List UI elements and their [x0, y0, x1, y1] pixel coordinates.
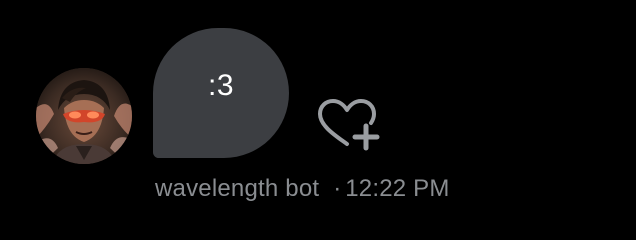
heart-plus-icon — [318, 99, 380, 151]
message-row: :3 wavelength bot · 12:22 PM — [0, 0, 636, 240]
avatar-portrait-icon — [36, 68, 132, 164]
add-reaction-button[interactable] — [314, 98, 384, 156]
sender-name[interactable]: wavelength bot — [155, 175, 319, 203]
message-meta: wavelength bot · 12:22 PM — [155, 172, 450, 206]
message-text: :3 — [207, 69, 235, 102]
message-bubble[interactable]: :3 — [153, 28, 289, 158]
avatar[interactable] — [36, 68, 132, 164]
message-timestamp: 12:22 PM — [345, 175, 450, 202]
meta-separator: · — [333, 175, 342, 202]
